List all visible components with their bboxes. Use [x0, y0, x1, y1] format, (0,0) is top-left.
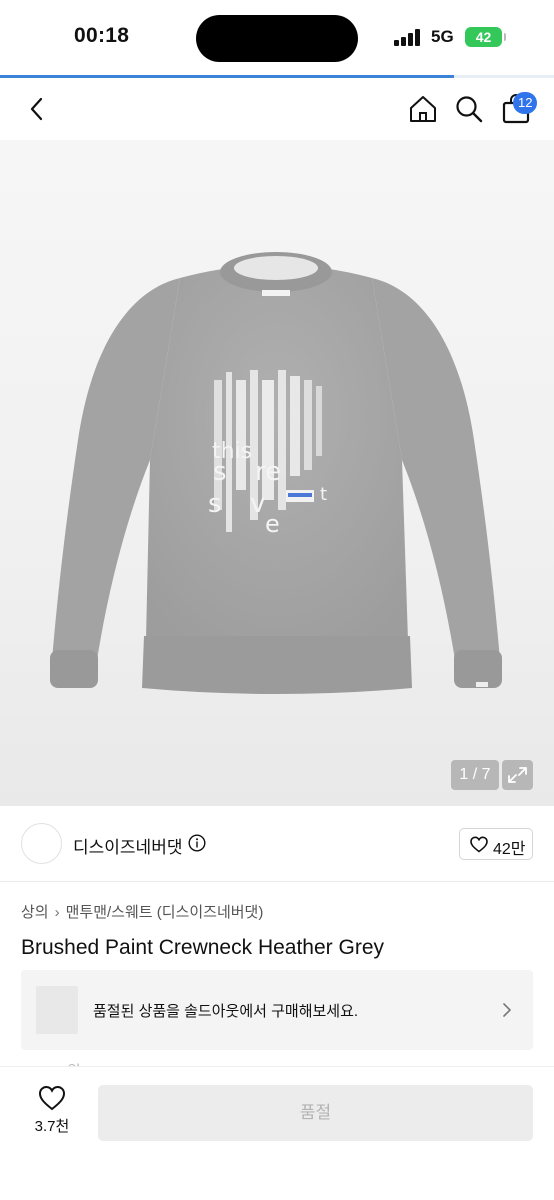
svg-text:re: re: [255, 457, 281, 487]
breadcrumb-subcategory[interactable]: 맨투맨/스웨트 (디스이즈네버댓): [66, 904, 264, 921]
battery-icon: 42: [465, 27, 506, 47]
bottom-action-bar: 3.7천 품절: [0, 1066, 554, 1200]
status-time: 00:18: [74, 24, 130, 47]
expand-button[interactable]: [502, 760, 533, 790]
product-image-gallery[interactable]: this s re s v e t 1 / 7: [0, 140, 554, 806]
back-icon[interactable]: [22, 94, 52, 124]
status-bar: 00:18 5G 42: [0, 0, 554, 76]
image-pager: 1 / 7: [451, 760, 499, 790]
brand-like-button[interactable]: 42만: [459, 828, 533, 860]
breadcrumb: 상의 › 맨투맨/스웨트 (디스이즈네버댓): [21, 901, 263, 922]
wish-count: 3.7천: [34, 1118, 70, 1135]
home-icon[interactable]: [408, 94, 438, 124]
top-nav: [0, 78, 554, 140]
soldout-message: 품절된 상품을 솔드아웃에서 구매해보세요.: [93, 1003, 359, 1020]
svg-text:t: t: [320, 484, 327, 505]
dynamic-island: [196, 15, 358, 62]
signal-icon: [394, 29, 420, 46]
cart-count-badge: 12: [513, 92, 538, 114]
wish-button[interactable]: 3.7천: [26, 1085, 78, 1141]
network-label: 5G: [431, 27, 454, 46]
breadcrumb-category[interactable]: 상의: [21, 904, 49, 921]
expand-icon: [508, 767, 527, 783]
info-icon[interactable]: [188, 834, 206, 852]
brand-logo[interactable]: [21, 823, 62, 864]
svg-text:s: s: [213, 457, 227, 487]
sweatshirt-image: this s re s v e t: [50, 252, 502, 694]
soldout-banner[interactable]: 품절된 상품을 솔드아웃에서 구매해보세요.: [21, 970, 533, 1050]
heart-icon: [470, 836, 488, 853]
svg-text:v: v: [250, 489, 265, 519]
soldout-thumbnail: [36, 986, 78, 1034]
chevron-right-icon: ›: [54, 904, 60, 921]
svg-text:e: e: [265, 510, 280, 538]
chevron-right-icon: [503, 1003, 511, 1017]
brand-row[interactable]: 디스이즈네버댓 42만: [0, 806, 554, 882]
svg-text:s: s: [208, 489, 222, 519]
buy-button[interactable]: 품절: [98, 1085, 533, 1141]
heart-icon: [38, 1085, 66, 1111]
search-icon[interactable]: [454, 94, 484, 124]
brand-name[interactable]: 디스이즈네버댓: [73, 833, 182, 858]
product-title: Brushed Paint Crewneck Heather Grey: [21, 936, 384, 959]
brand-like-count: 42만: [493, 841, 526, 858]
